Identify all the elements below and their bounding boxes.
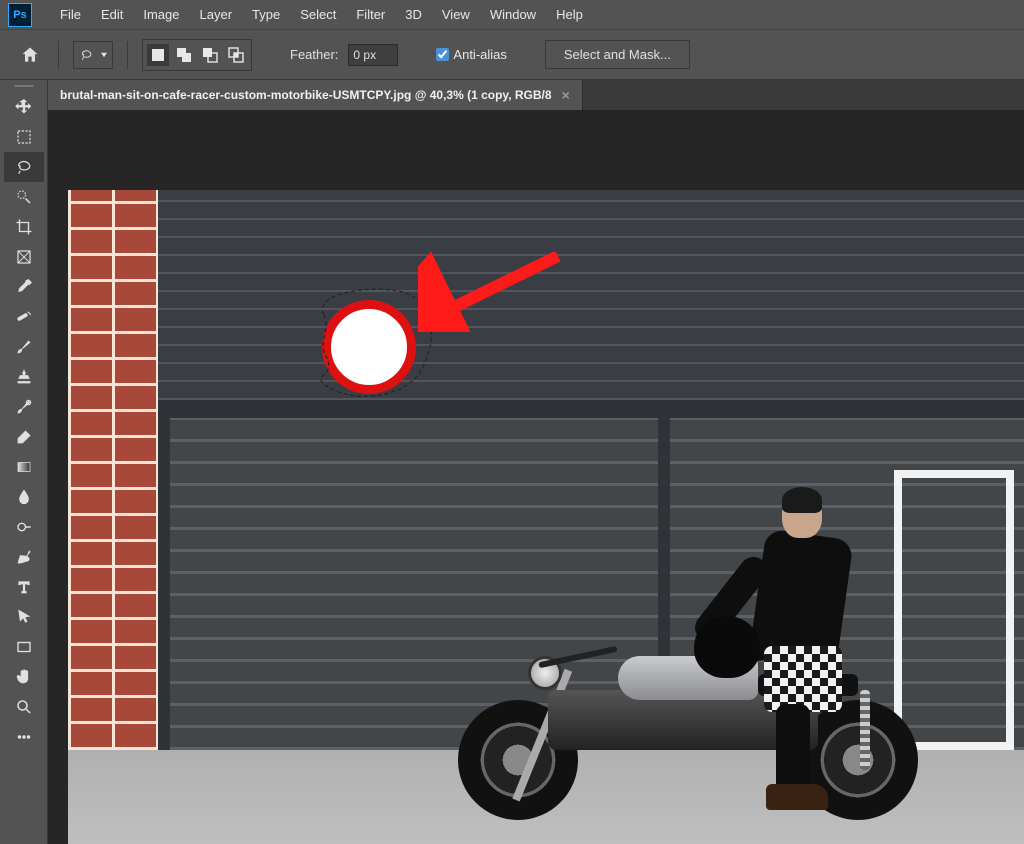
toolbar-handle[interactable] — [0, 80, 47, 92]
close-icon[interactable]: × — [562, 87, 570, 103]
photo-wall-siding — [158, 190, 1024, 400]
options-bar: Feather: Anti-alias Select and Mask... — [0, 30, 1024, 80]
healing-brush-tool[interactable] — [4, 302, 44, 332]
lasso-selection-marquee — [304, 285, 442, 403]
menu-file[interactable]: File — [50, 3, 91, 26]
photo-pillar — [158, 400, 170, 750]
home-button[interactable] — [16, 41, 44, 69]
app-logo: Ps — [8, 3, 32, 27]
document-image — [68, 190, 1024, 844]
edit-toolbar-button[interactable] — [4, 722, 44, 752]
type-tool[interactable] — [4, 572, 44, 602]
dodge-tool[interactable] — [4, 512, 44, 542]
menu-edit[interactable]: Edit — [91, 3, 133, 26]
menu-window[interactable]: Window — [480, 3, 546, 26]
selection-intersect-button[interactable] — [225, 44, 247, 66]
gradient-tool[interactable] — [4, 452, 44, 482]
divider — [58, 41, 59, 69]
blur-tool[interactable] — [4, 482, 44, 512]
canvas[interactable] — [48, 110, 1024, 844]
crop-tool[interactable] — [4, 212, 44, 242]
eyedropper-tool[interactable] — [4, 272, 44, 302]
photo-person — [708, 490, 878, 804]
feather-label: Feather: — [290, 47, 338, 62]
selection-mode-group — [142, 39, 252, 71]
menu-bar: Ps File Edit Image Layer Type Select Fil… — [0, 0, 1024, 30]
zoom-tool[interactable] — [4, 692, 44, 722]
feather-input[interactable] — [348, 44, 398, 66]
menu-help[interactable]: Help — [546, 3, 593, 26]
photo-helmet — [694, 616, 760, 678]
toolbar — [0, 80, 48, 844]
photo-person-leg — [776, 704, 810, 796]
document-tab-title: brutal-man-sit-on-cafe-racer-custom-moto… — [60, 88, 552, 102]
photo-person-hair — [782, 487, 822, 513]
move-tool[interactable] — [4, 92, 44, 122]
antialias-checkbox[interactable] — [436, 48, 449, 61]
hand-tool[interactable] — [4, 662, 44, 692]
menu-view[interactable]: View — [432, 3, 480, 26]
antialias-checkbox-wrap[interactable]: Anti-alias — [436, 47, 506, 62]
select-and-mask-button[interactable]: Select and Mask... — [545, 40, 690, 69]
path-selection-tool[interactable] — [4, 602, 44, 632]
history-brush-tool[interactable] — [4, 392, 44, 422]
document-tab-bar: brutal-man-sit-on-cafe-racer-custom-moto… — [48, 80, 1024, 110]
menu-filter[interactable]: Filter — [346, 3, 395, 26]
menu-3d[interactable]: 3D — [395, 3, 432, 26]
quick-selection-tool[interactable] — [4, 182, 44, 212]
selection-new-button[interactable] — [147, 44, 169, 66]
divider — [127, 41, 128, 69]
eraser-tool[interactable] — [4, 422, 44, 452]
pen-tool[interactable] — [4, 542, 44, 572]
menu-type[interactable]: Type — [242, 3, 290, 26]
lasso-tool[interactable] — [4, 152, 44, 182]
photo-brick-wall — [68, 190, 158, 750]
photo-person-plaid-shirt — [764, 646, 842, 712]
document-area: brutal-man-sit-on-cafe-racer-custom-moto… — [48, 80, 1024, 844]
menu-image[interactable]: Image — [133, 3, 189, 26]
photo-person-boot — [766, 784, 828, 810]
selection-subtract-button[interactable] — [199, 44, 221, 66]
frame-tool[interactable] — [4, 242, 44, 272]
tool-preset-picker[interactable] — [73, 41, 113, 69]
brush-tool[interactable] — [4, 332, 44, 362]
rectangle-tool[interactable] — [4, 632, 44, 662]
menu-layer[interactable]: Layer — [190, 3, 243, 26]
marquee-tool[interactable] — [4, 122, 44, 152]
menu-select[interactable]: Select — [290, 3, 346, 26]
antialias-label: Anti-alias — [453, 47, 506, 62]
document-tab[interactable]: brutal-man-sit-on-cafe-racer-custom-moto… — [48, 80, 583, 110]
clone-stamp-tool[interactable] — [4, 362, 44, 392]
selection-add-button[interactable] — [173, 44, 195, 66]
